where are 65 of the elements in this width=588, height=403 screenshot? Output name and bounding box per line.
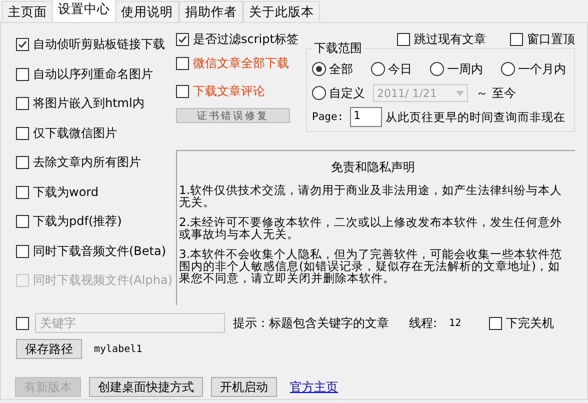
checkbox[interactable]	[16, 156, 29, 170]
tab[interactable]: 主页面	[2, 1, 53, 22]
tab[interactable]: 关于此版本	[243, 1, 320, 22]
option-label: 自动侦听剪贴板链接下载	[33, 36, 165, 54]
checkbox[interactable]	[16, 68, 29, 81]
radio-button[interactable]	[430, 62, 444, 76]
checkbox[interactable]	[16, 215, 29, 228]
checkbox[interactable]	[510, 32, 523, 46]
checkbox[interactable]	[16, 126, 29, 140]
path-label: mylabel1	[94, 344, 142, 354]
option-label: 下载为word	[33, 184, 98, 201]
option-label: 微信文章全部下载	[193, 54, 289, 72]
radio-label: 一周内	[447, 60, 483, 78]
option-label: 仅下载微信图片	[33, 124, 117, 142]
checkbox[interactable]	[176, 84, 189, 98]
radio-button[interactable]	[312, 86, 326, 100]
option-label: 自动以序列重命名图片	[33, 66, 153, 83]
checkbox[interactable]	[16, 97, 29, 110]
option-label: 跳过现有文章	[414, 30, 486, 48]
page-label: Page:	[312, 111, 344, 123]
fix-button[interactable]: 证书错误修复	[176, 108, 290, 123]
option-label: 下完关机	[506, 314, 554, 332]
radio-label: 一个月内	[518, 60, 566, 78]
threads-label: 线程:	[409, 314, 438, 332]
page-field[interactable]: 1	[350, 107, 382, 127]
page-hint: 从此页往更早的时间查询而非现在	[386, 110, 566, 124]
checkbox[interactable]	[16, 38, 29, 52]
homepage-link[interactable]: 官方主页	[290, 378, 338, 396]
until-label: ～ 至今	[476, 84, 516, 102]
group-title: 下载范围	[313, 40, 363, 57]
tab[interactable]: 设置中心	[52, 0, 116, 22]
tab[interactable]: 使用说明	[115, 1, 179, 22]
option-label: 下载文章评论	[193, 82, 265, 100]
save-path-button[interactable]: 保存路径	[16, 339, 82, 359]
checkbox[interactable]	[489, 316, 502, 330]
option-label: 同时下载音频文件(Beta)	[33, 242, 166, 260]
keyword-field[interactable]: 关键字	[35, 313, 225, 333]
checkbox[interactable]	[16, 186, 29, 199]
threads-value: 12	[449, 318, 462, 328]
radio-label: 全部	[329, 60, 353, 78]
dropdown-icon	[456, 90, 464, 96]
notice-paragraph: 2.未经许可不要修改本软件，二次或以上修改发布本软件，发生任何意外或事故均与本人无关。	[179, 216, 563, 240]
option-label: 去除文章内所有图片	[33, 154, 141, 172]
notice-paragraph: 1.软件仅供技术交流，请勿用于商业及非法用途，如产生法律纠纷与本人无关。	[179, 184, 563, 208]
option-label: 将图片嵌入到html内	[33, 95, 144, 112]
notice-paragraph: 3.本软件不会收集个人隐私，但为了完善软件，可能会收集一些本软件范围内的非个人敏感信息(如错误记录，疑似存在无法解析的文章地址)，如果您不同意，请立即关闭并删除本软件。	[179, 248, 563, 284]
tab[interactable]: 捐助作者	[179, 1, 243, 22]
radio-label: 今日	[388, 60, 412, 78]
checkbox[interactable]	[176, 32, 189, 46]
option-label: 是否过滤script标签	[193, 30, 298, 48]
radio-button[interactable]	[371, 62, 385, 76]
radio-button[interactable]	[501, 62, 515, 76]
checkbox[interactable]	[397, 32, 410, 46]
action-button[interactable]: 创建桌面快捷方式	[89, 377, 203, 397]
checkbox[interactable]	[16, 244, 29, 258]
checkbox[interactable]	[176, 56, 189, 70]
hint-label: 提示：标题包含关键字的文章	[233, 314, 389, 332]
option-label: 同时下载视频文件(Alpha)	[33, 272, 172, 290]
option-label: 窗口置顶	[527, 30, 575, 48]
notice-title: 免责和隐私声明	[330, 159, 416, 176]
checkbox[interactable]	[16, 316, 29, 330]
radio-button[interactable]	[312, 62, 326, 76]
action-button[interactable]: 开机启动	[211, 377, 277, 397]
radio-label: 自定义	[329, 84, 365, 102]
option-label: 下载为pdf(推荐)	[33, 213, 122, 230]
